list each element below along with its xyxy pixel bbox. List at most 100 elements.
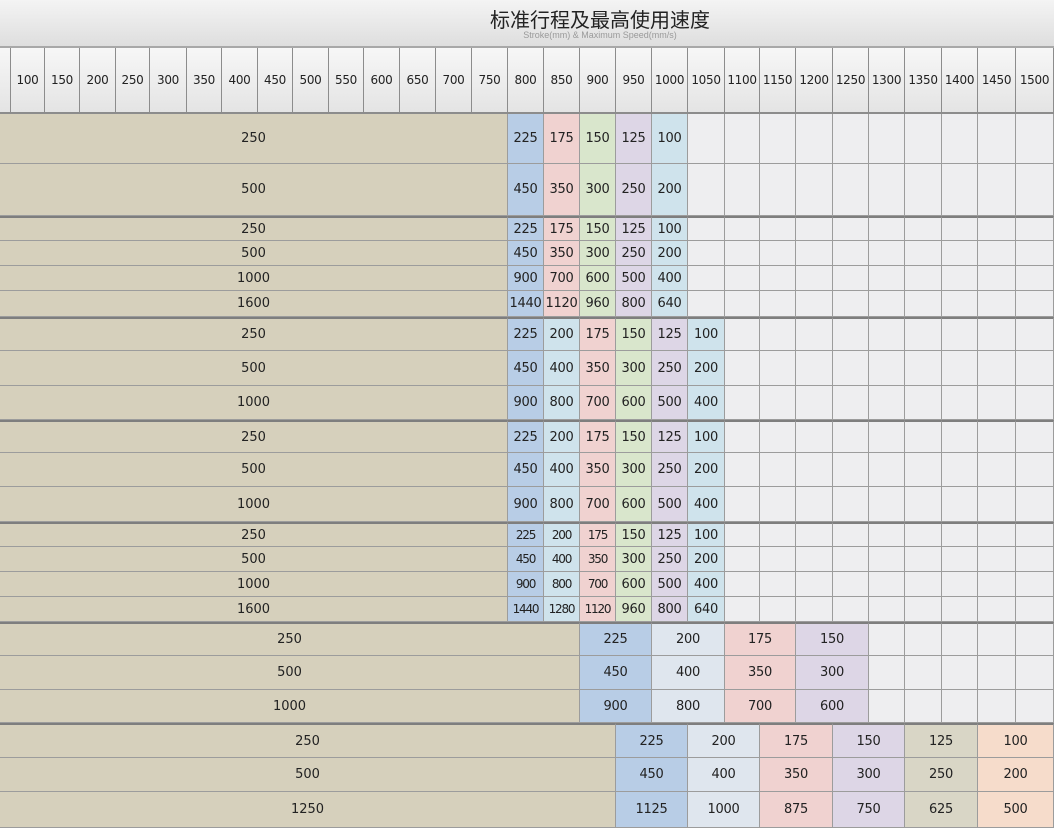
- empty-cell: [796, 420, 833, 453]
- speed-value-cell: 750: [833, 792, 905, 828]
- empty-cell: [869, 656, 905, 690]
- stroke-header-cell: 650: [400, 48, 436, 114]
- empty-cell: [1016, 266, 1054, 291]
- speed-value-cell: 1440: [508, 597, 544, 622]
- lead-value-cell: 500: [0, 241, 508, 266]
- speed-value-cell: 175: [760, 723, 833, 758]
- speed-value-cell: 450: [580, 656, 652, 690]
- speed-value-cell: 300: [580, 241, 616, 266]
- empty-cell: [796, 572, 833, 597]
- stroke-speed-table: 标准行程及最高使用速度 Stroke(mm) & Maximum Speed(m…: [0, 0, 1054, 828]
- empty-cell: [1016, 351, 1054, 386]
- lead-value-cell: 250: [0, 216, 508, 241]
- empty-cell: [978, 522, 1016, 547]
- empty-cell: [978, 420, 1016, 453]
- speed-value-cell: 900: [508, 386, 544, 420]
- lead-value-cell: 1000: [0, 690, 580, 723]
- empty-cell: [833, 291, 869, 317]
- speed-value-cell: 500: [652, 386, 688, 420]
- speed-value-cell: 640: [688, 597, 725, 622]
- speed-value-cell: 200: [688, 723, 760, 758]
- empty-cell: [833, 351, 869, 386]
- stroke-header-cell: 250: [116, 48, 150, 114]
- speed-value-cell: 400: [688, 758, 760, 792]
- empty-cell: [905, 420, 942, 453]
- speed-value-cell: 125: [652, 420, 688, 453]
- speed-value-cell: 200: [652, 622, 725, 656]
- speed-value-cell: 700: [580, 386, 616, 420]
- empty-cell: [978, 291, 1016, 317]
- stroke-header-cell: 800: [508, 48, 544, 114]
- empty-cell: [942, 522, 978, 547]
- speed-value-cell: 150: [580, 114, 616, 164]
- stroke-header-cell: 550: [329, 48, 364, 114]
- empty-cell: [978, 690, 1016, 723]
- empty-cell: [760, 572, 796, 597]
- speed-value-cell: 175: [580, 420, 616, 453]
- speed-value-cell: 200: [688, 453, 725, 487]
- speed-value-cell: 225: [508, 317, 544, 351]
- speed-value-cell: 125: [905, 723, 978, 758]
- speed-value-cell: 125: [652, 317, 688, 351]
- empty-cell: [978, 216, 1016, 241]
- speed-value-cell: 250: [616, 164, 652, 216]
- empty-cell: [905, 164, 942, 216]
- empty-cell: [760, 547, 796, 572]
- stroke-header-cell: 1150: [760, 48, 796, 114]
- stroke-header-cell: 200: [80, 48, 116, 114]
- empty-cell: [942, 241, 978, 266]
- speed-value-cell: 350: [580, 351, 616, 386]
- empty-cell: [796, 351, 833, 386]
- empty-cell: [725, 351, 760, 386]
- speed-value-cell: 150: [796, 622, 869, 656]
- empty-cell: [833, 597, 869, 622]
- speed-value-cell: 350: [544, 164, 580, 216]
- speed-value-cell: 800: [544, 572, 580, 597]
- lead-value-cell: 250: [0, 522, 508, 547]
- empty-cell: [833, 420, 869, 453]
- stroke-header-cell: 750: [472, 48, 508, 114]
- lead-value-cell: 250: [0, 420, 508, 453]
- speed-value-cell: 600: [616, 386, 652, 420]
- empty-cell: [833, 241, 869, 266]
- lead-value-cell: 250: [0, 317, 508, 351]
- speed-value-cell: 900: [508, 266, 544, 291]
- empty-cell: [725, 216, 760, 241]
- empty-cell: [978, 572, 1016, 597]
- empty-cell: [978, 597, 1016, 622]
- speed-value-cell: 1120: [544, 291, 580, 317]
- speed-value-cell: 225: [508, 522, 544, 547]
- speed-value-cell: 800: [652, 597, 688, 622]
- stroke-header-cell: 1000: [652, 48, 688, 114]
- speed-value-cell: 1125: [616, 792, 688, 828]
- empty-cell: [725, 291, 760, 317]
- empty-cell: [869, 453, 905, 487]
- empty-cell: [760, 291, 796, 317]
- lead-value-cell: 1000: [0, 487, 508, 522]
- empty-cell: [725, 487, 760, 522]
- empty-cell: [1016, 622, 1054, 656]
- speed-value-cell: 400: [652, 266, 688, 291]
- speed-value-cell: 150: [580, 216, 616, 241]
- empty-cell: [942, 291, 978, 317]
- speed-value-cell: 175: [544, 216, 580, 241]
- speed-value-cell: 640: [652, 291, 688, 317]
- empty-cell: [905, 622, 942, 656]
- empty-cell: [725, 317, 760, 351]
- empty-cell: [942, 487, 978, 522]
- speed-value-cell: 125: [616, 216, 652, 241]
- speed-value-cell: 625: [905, 792, 978, 828]
- empty-cell: [1016, 547, 1054, 572]
- stroke-header-cell: 1350: [905, 48, 942, 114]
- speed-value-cell: 200: [652, 241, 688, 266]
- empty-cell: [1016, 114, 1054, 164]
- empty-cell: [760, 114, 796, 164]
- speed-value-cell: 200: [652, 164, 688, 216]
- speed-value-cell: 1000: [688, 792, 760, 828]
- empty-cell: [688, 164, 725, 216]
- empty-cell: [905, 386, 942, 420]
- stroke-header-cell: 450: [258, 48, 293, 114]
- speed-value-cell: 400: [688, 572, 725, 597]
- empty-cell: [978, 351, 1016, 386]
- speed-value-cell: 700: [544, 266, 580, 291]
